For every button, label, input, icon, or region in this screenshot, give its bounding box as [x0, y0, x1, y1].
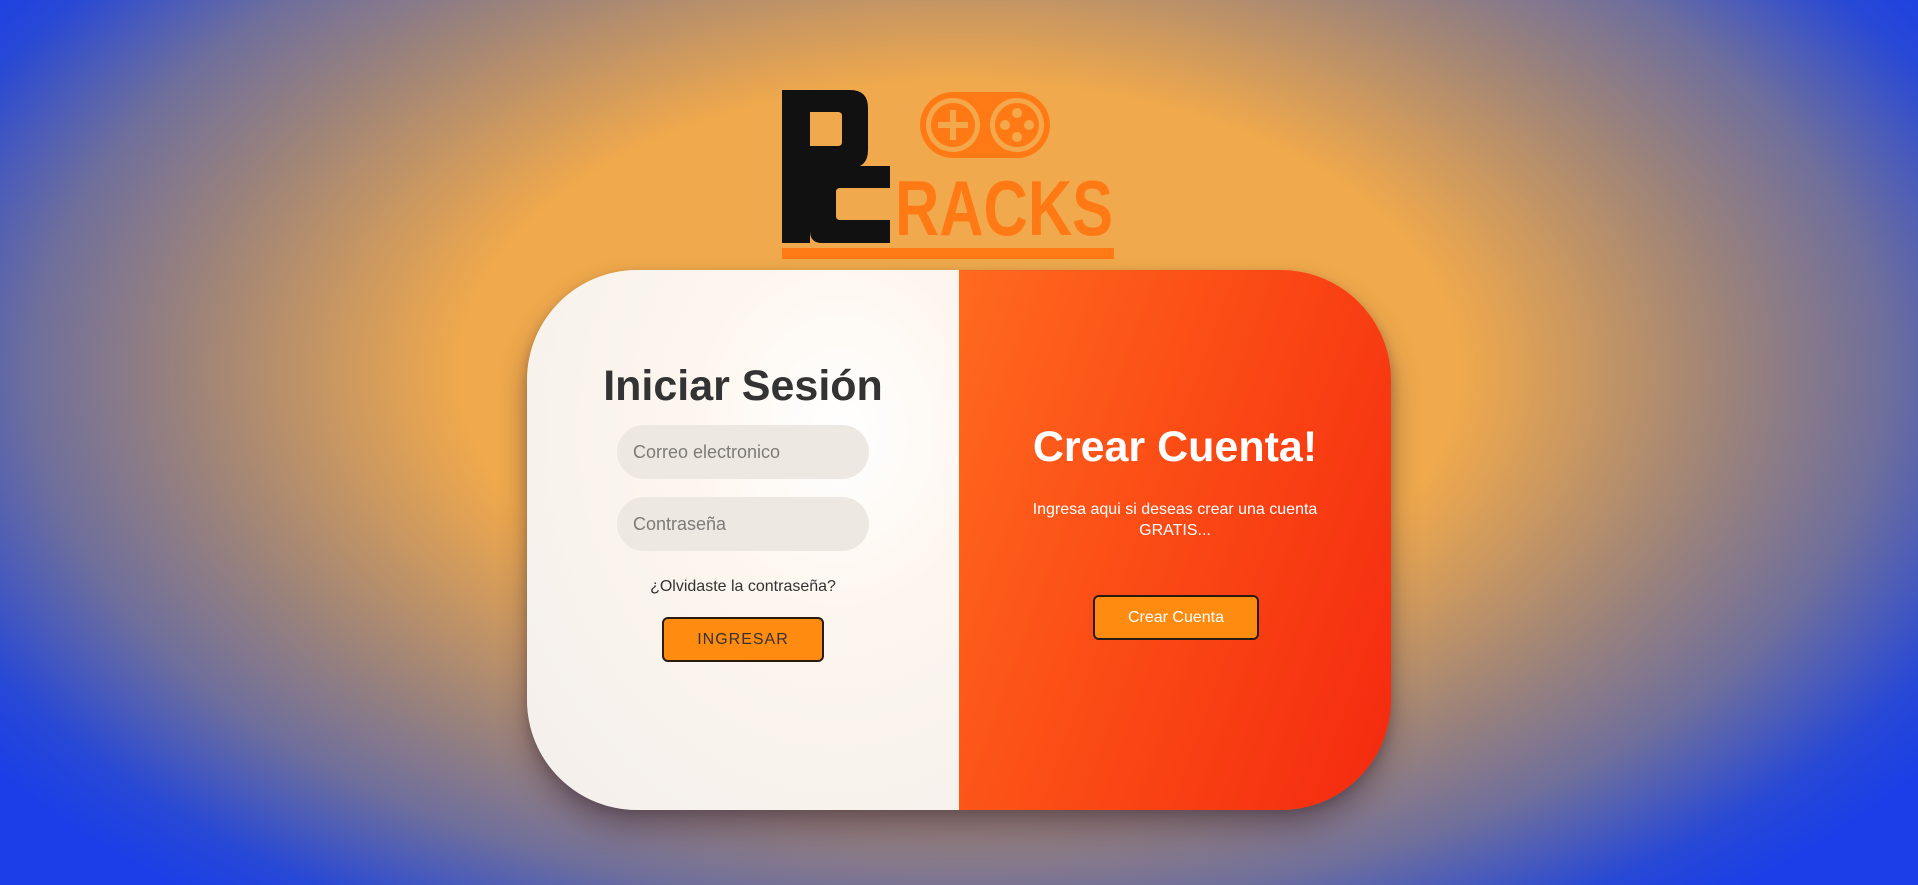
pcracks-logo: RACKS — [782, 90, 1114, 259]
login-title: Iniciar Sesión — [603, 362, 883, 410]
password-field[interactable] — [617, 497, 869, 551]
create-account-button[interactable]: Crear Cuenta — [1093, 595, 1259, 640]
gamepad-icon — [920, 92, 1050, 158]
signup-description: Ingresa aqui si deseas crear una cuenta … — [1032, 501, 1318, 539]
forgot-password-link[interactable]: ¿Olvidaste la contraseña? — [527, 578, 959, 596]
login-panel: Iniciar Sesión ¿Olvidaste la contraseña?… — [527, 270, 959, 810]
logo-underline — [782, 248, 1114, 259]
signup-panel: Crear Cuenta! Ingresa aqui si deseas cre… — [959, 270, 1391, 810]
auth-card: Iniciar Sesión ¿Olvidaste la contraseña?… — [527, 270, 1391, 810]
logo-racks-text: RACKS — [895, 164, 1113, 252]
login-button[interactable]: INGRESAR — [662, 617, 824, 662]
logo-letter-c — [810, 166, 890, 243]
signup-title: Crear Cuenta! — [1032, 423, 1318, 471]
email-field[interactable] — [617, 425, 869, 479]
